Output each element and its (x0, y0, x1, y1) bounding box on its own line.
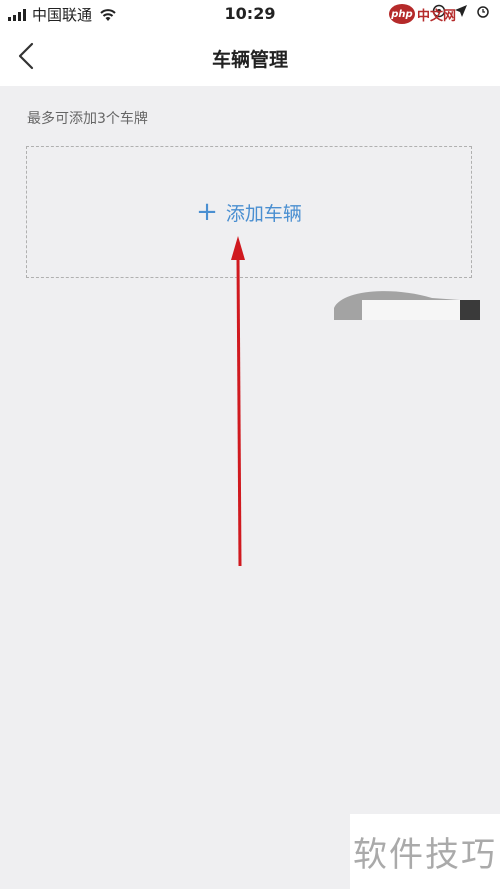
nav-bar: 车辆管理 (0, 28, 500, 86)
floating-handle-icon[interactable] (332, 286, 482, 322)
plus-icon: + (196, 197, 218, 227)
watermark-bottom: 软件技巧 (350, 814, 500, 889)
vehicle-limit-hint: 最多可添加3个车牌 (27, 111, 148, 127)
watermark-top-label: 中文网 (416, 8, 456, 24)
watermark-top: php 中文网 (388, 4, 456, 24)
add-vehicle-content: + 添加车辆 (196, 199, 302, 226)
alarm-icon (477, 6, 489, 18)
add-vehicle-button[interactable]: + 添加车辆 (26, 146, 472, 278)
add-vehicle-label: 添加车辆 (225, 202, 302, 225)
page-title: 车辆管理 (211, 49, 288, 71)
php-logo: php (388, 4, 415, 24)
location-icon (455, 5, 467, 17)
annotation-arrow (231, 236, 245, 567)
